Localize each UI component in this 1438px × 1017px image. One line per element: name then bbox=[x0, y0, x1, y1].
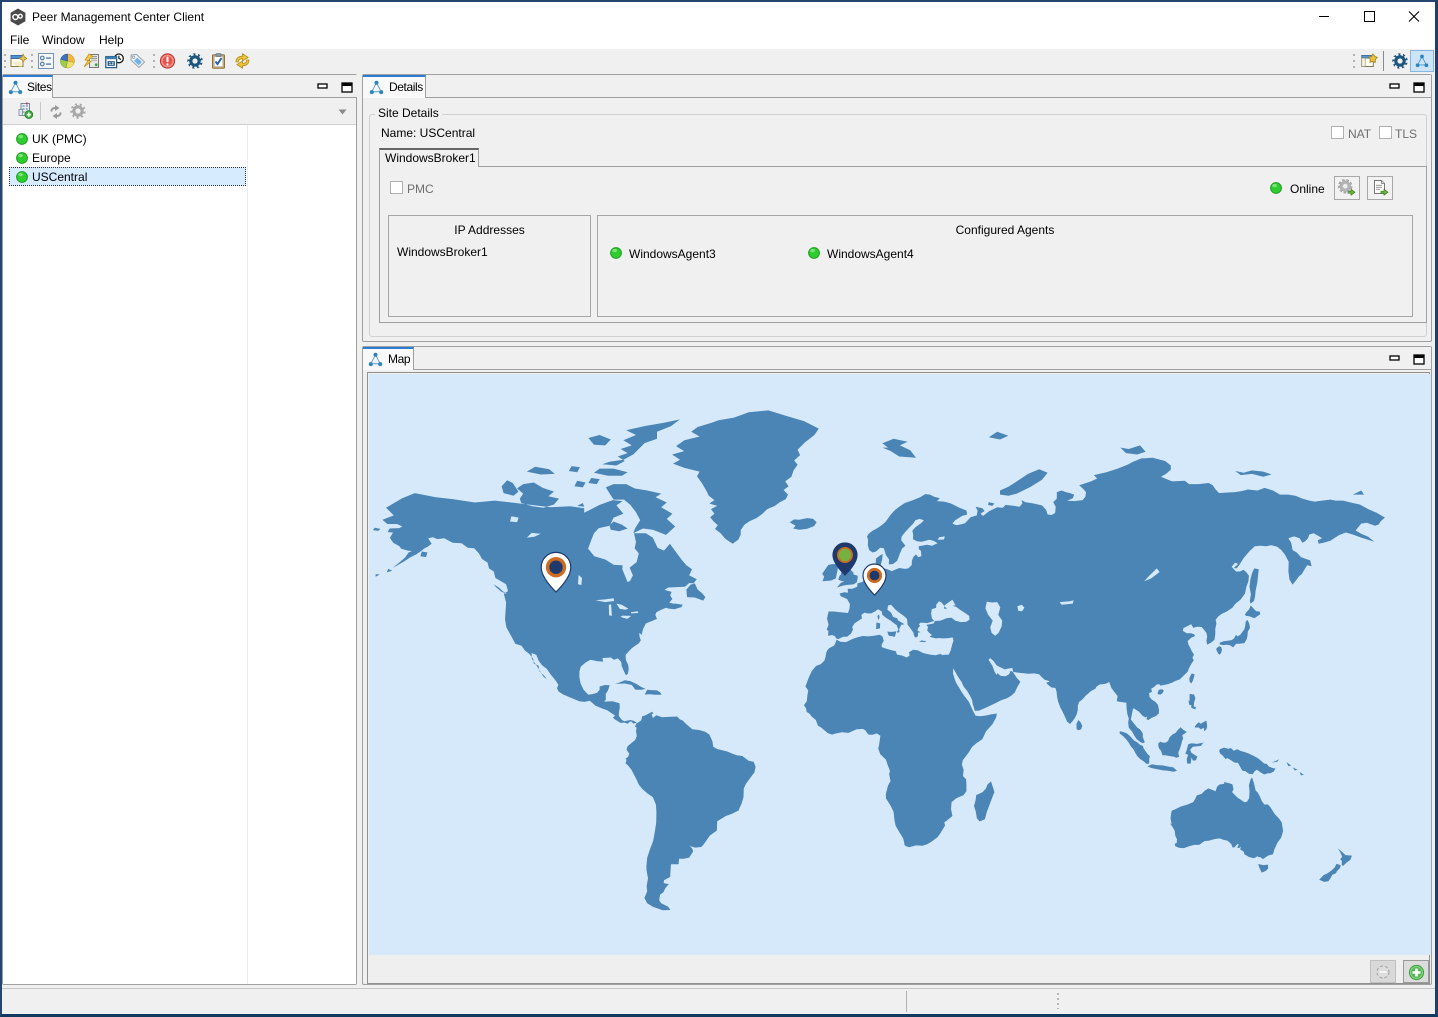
svg-text:12: 12 bbox=[108, 61, 114, 67]
